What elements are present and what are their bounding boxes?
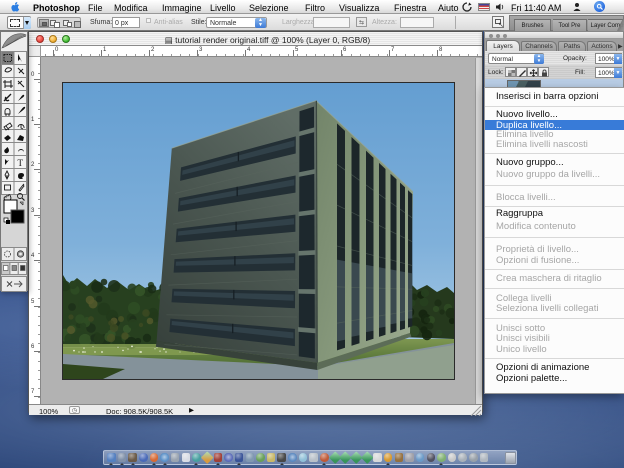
svg-text:T: T xyxy=(18,158,24,168)
